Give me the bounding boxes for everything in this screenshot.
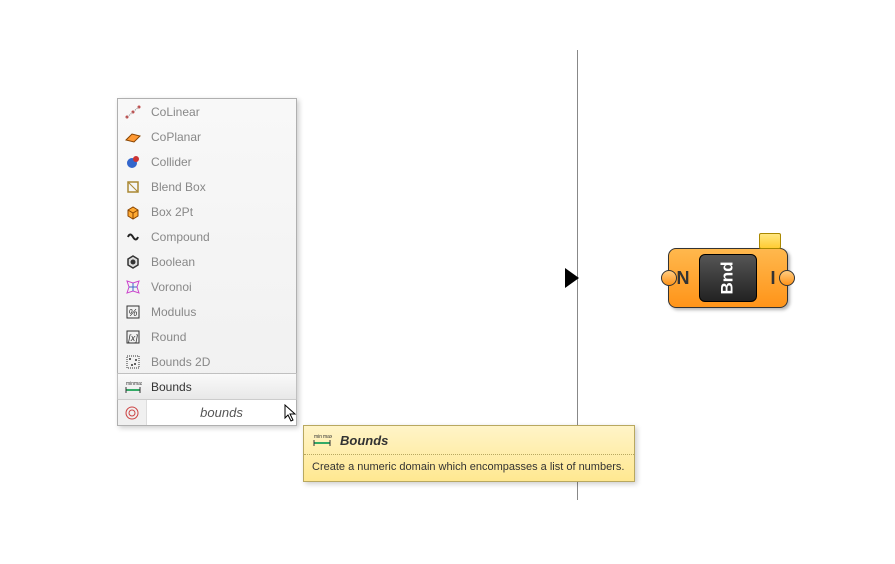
bounds-icon: minmax	[123, 377, 143, 397]
svg-text:max: max	[323, 434, 332, 440]
menu-item-label: Round	[151, 330, 186, 344]
tooltip: minmax Bounds Create a numeric domain wh…	[303, 425, 635, 482]
menu-item-colinear[interactable]: CoLinear	[118, 99, 296, 124]
node-input-port[interactable]	[661, 270, 677, 286]
node-output-port[interactable]	[779, 270, 795, 286]
menu-item-label: Box 2Pt	[151, 205, 193, 219]
menu-item-box-2pt[interactable]: Box 2Pt	[118, 199, 296, 224]
menu-item-label: Collider	[151, 155, 192, 169]
node-flag-icon	[759, 233, 781, 249]
menu-item-bounds-2d[interactable]: Bounds 2D	[118, 349, 296, 374]
menu-item-blend-box[interactable]: Blend Box	[118, 174, 296, 199]
menu-item-label: CoPlanar	[151, 130, 201, 144]
menu-item-label: Bounds 2D	[151, 355, 210, 369]
menu-item-label: Compound	[151, 230, 210, 244]
menu-item-collider[interactable]: Collider	[118, 149, 296, 174]
menu-item-bounds[interactable]: minmax Bounds	[117, 373, 297, 400]
colinear-icon	[123, 102, 143, 122]
compound-icon	[123, 227, 143, 247]
node-center: Bnd	[699, 254, 757, 302]
tooltip-body: Create a numeric domain which encompasse…	[304, 455, 634, 481]
component-search-menu: CoLinear CoPlanar Collider Blend Box Box…	[117, 98, 297, 426]
menu-item-modulus[interactable]: % Modulus	[118, 299, 296, 324]
search-row: bounds	[118, 399, 296, 425]
boolean-icon	[123, 252, 143, 272]
svg-text:min: min	[314, 434, 322, 440]
menu-item-label: Modulus	[151, 305, 196, 319]
voronoi-icon	[123, 277, 143, 297]
menu-item-round[interactable]: [x] Round	[118, 324, 296, 349]
menu-item-label: Voronoi	[151, 280, 192, 294]
menu-item-boolean[interactable]: Boolean	[118, 249, 296, 274]
collider-icon	[123, 152, 143, 172]
svg-text:%: %	[129, 308, 138, 319]
menu-item-label: Blend Box	[151, 180, 206, 194]
svg-text:max: max	[134, 381, 142, 387]
bounds-icon: minmax	[312, 431, 332, 449]
menu-item-voronoi[interactable]: Voronoi	[118, 274, 296, 299]
round-icon: [x]	[123, 327, 143, 347]
bounds-2d-icon	[123, 352, 143, 372]
box-2pt-icon	[123, 202, 143, 222]
menu-item-label: Bounds	[151, 380, 192, 394]
search-input[interactable]: bounds	[147, 405, 296, 420]
blend-box-icon	[123, 177, 143, 197]
menu-item-label: Boolean	[151, 255, 195, 269]
svg-text:[x]: [x]	[127, 333, 138, 343]
coplanar-icon	[123, 127, 143, 147]
menu-item-compound[interactable]: Compound	[118, 224, 296, 249]
modulus-icon: %	[123, 302, 143, 322]
tooltip-header: minmax Bounds	[304, 426, 634, 455]
node-name-label: Bnd	[718, 261, 738, 294]
menu-item-label: CoLinear	[151, 105, 200, 119]
search-target-icon	[118, 400, 147, 425]
menu-item-coplanar[interactable]: CoPlanar	[118, 124, 296, 149]
bounds-component-node[interactable]: N Bnd I	[668, 248, 788, 308]
arrow-right-icon	[565, 268, 579, 288]
tooltip-title: Bounds	[340, 433, 388, 448]
